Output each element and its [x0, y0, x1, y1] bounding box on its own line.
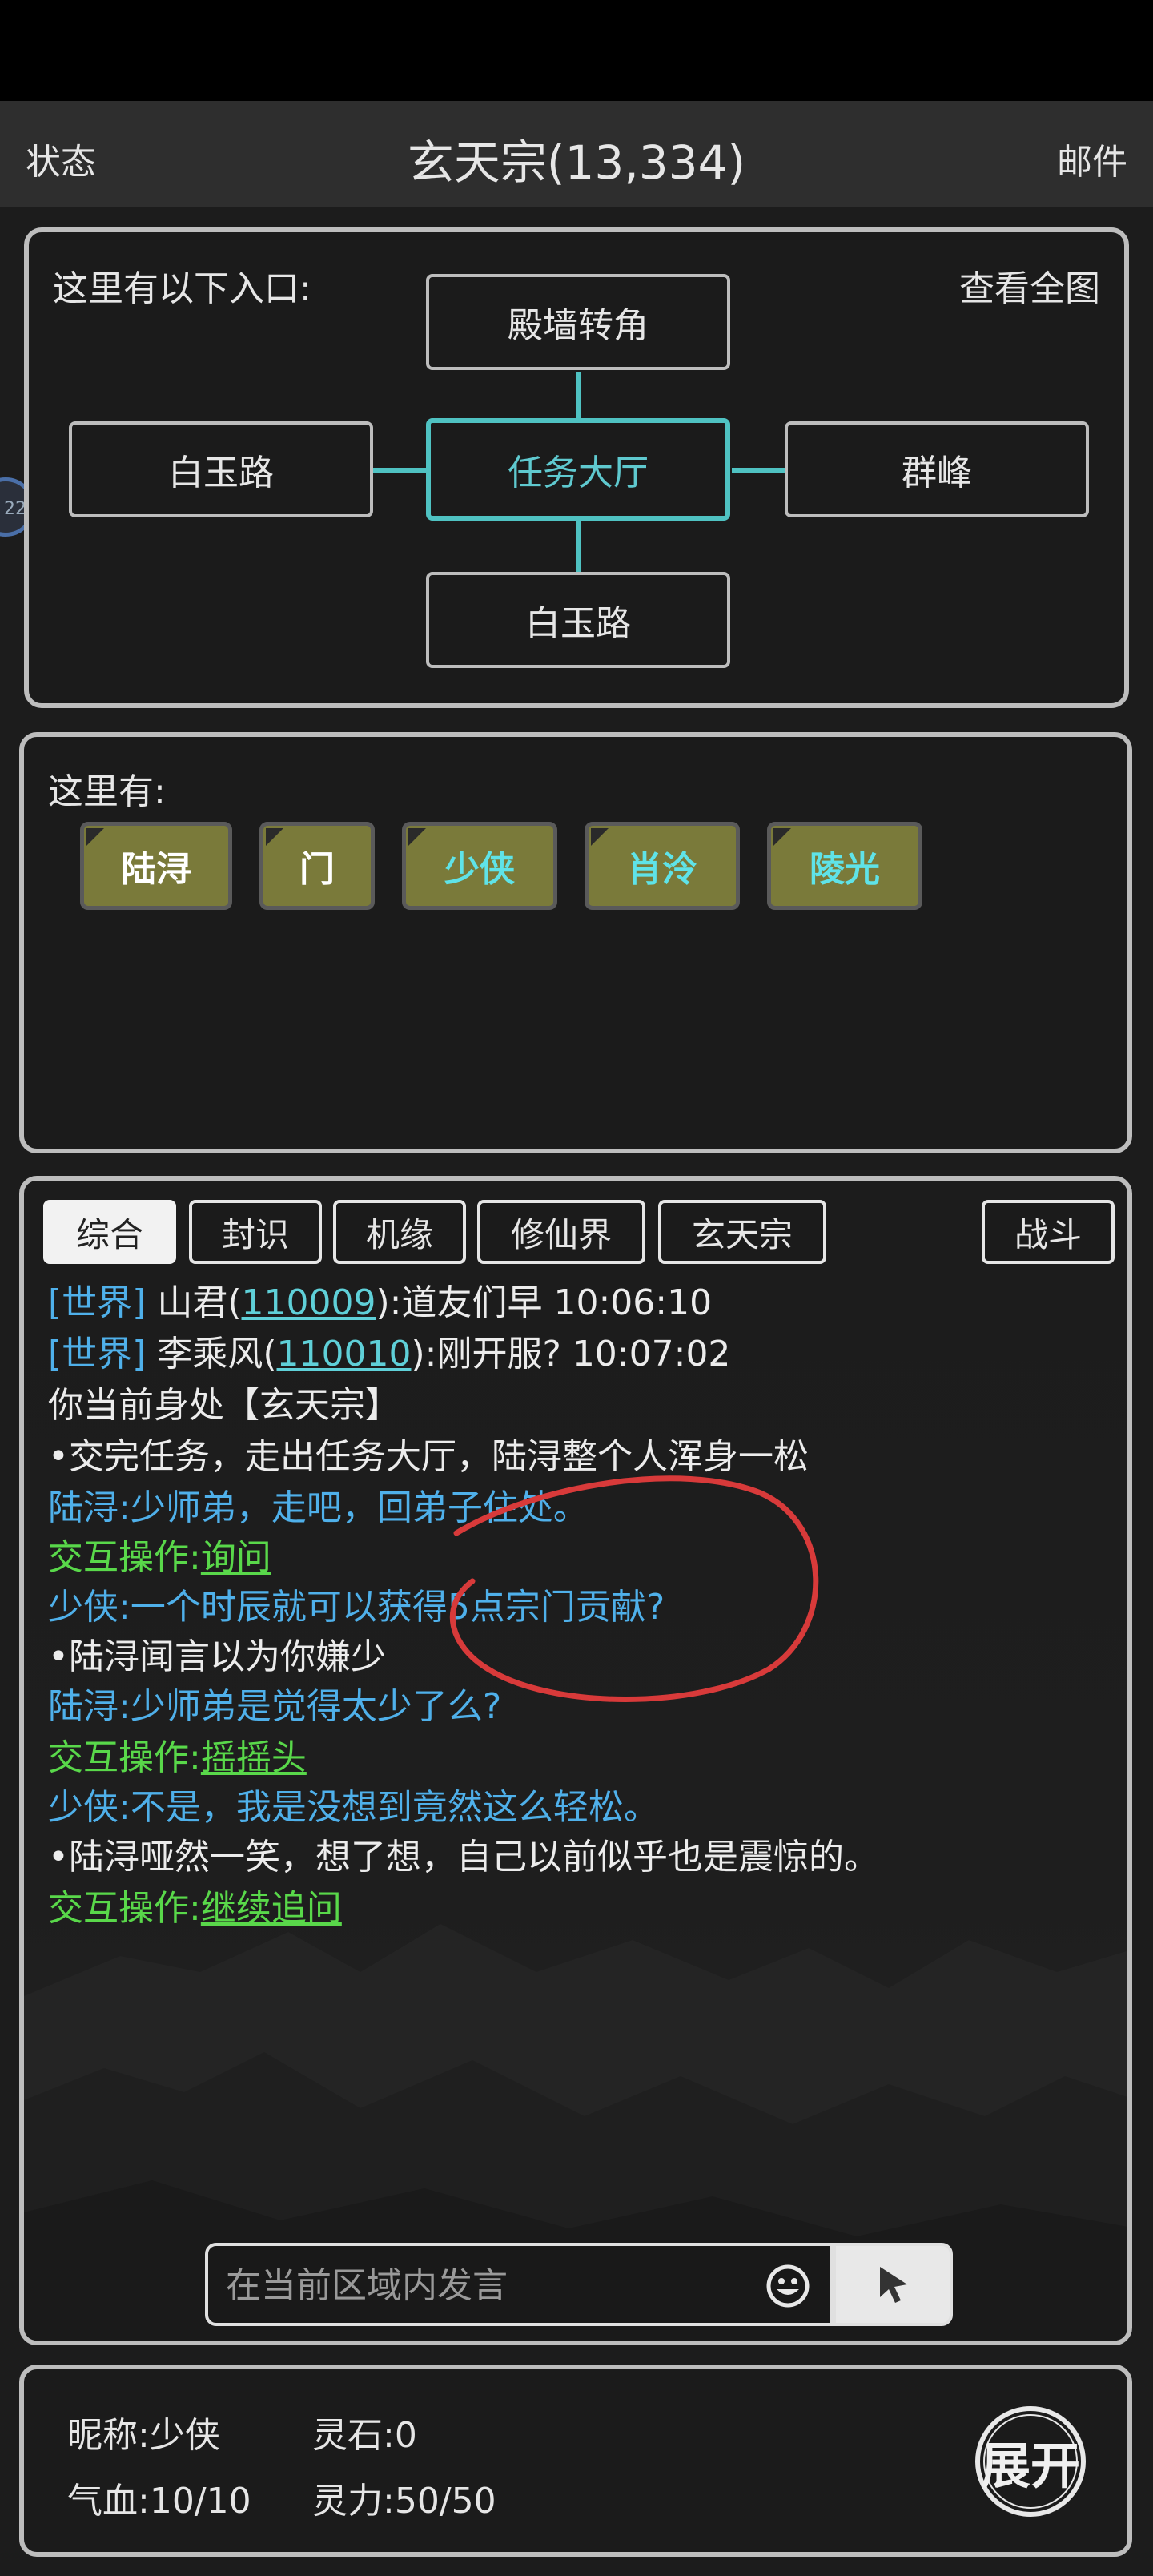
- npc-tag-label: 陆浔: [121, 849, 191, 890]
- chat-line: [世界] 山君(110009):道友们早 10:06:10: [48, 1274, 712, 1325]
- door-tag-label: 门: [299, 849, 335, 890]
- player-tag-shaoxia[interactable]: 少侠: [402, 822, 557, 910]
- floating-bubble-label: 22: [4, 499, 26, 519]
- player-tag-label: 少侠: [444, 849, 515, 890]
- action-link-shake-head[interactable]: 摇摇头: [201, 1737, 307, 1778]
- player-id-link[interactable]: 110009: [242, 1282, 376, 1323]
- map-node-current: 任务大厅: [426, 418, 730, 521]
- expand-button[interactable]: 展开: [954, 2401, 1107, 2522]
- map-node-south[interactable]: 白玉路: [426, 572, 730, 668]
- emoji-icon[interactable]: [765, 2264, 810, 2308]
- action-link-ask[interactable]: 询问: [201, 1537, 271, 1578]
- system-status-bar: [0, 0, 1153, 101]
- map-link-west: [373, 468, 429, 473]
- tab-battle[interactable]: 战斗: [982, 1200, 1115, 1264]
- player-hp: 气血:10/10: [67, 2481, 251, 2522]
- map-link-east: [732, 468, 788, 473]
- entities-label: 这里有:: [48, 771, 166, 812]
- map-link-north: [576, 372, 581, 423]
- world-prefix: [世界]: [48, 1282, 147, 1323]
- view-full-map-button[interactable]: 查看全图: [959, 260, 1100, 311]
- action-link-continue-ask[interactable]: 继续追问: [201, 1888, 342, 1929]
- chat-line: •陆浔哑然一笑，想了想，自己以前似乎也是震惊的。: [48, 1837, 879, 1878]
- chat-line: 你当前身处【玄天宗】: [48, 1385, 400, 1426]
- map-link-south: [576, 521, 581, 572]
- mail-button[interactable]: 邮件: [1057, 133, 1127, 184]
- send-button[interactable]: [833, 2243, 953, 2326]
- tab-sect[interactable]: 玄天宗: [658, 1200, 826, 1264]
- map-node-east[interactable]: 群峰: [785, 421, 1089, 517]
- map-entrances-label: 这里有以下入口:: [53, 268, 311, 309]
- page-title: 玄天宗(13,334): [407, 135, 746, 190]
- player-tag-lingguang[interactable]: 陵光: [767, 822, 922, 910]
- player-mp: 灵力:50/50: [312, 2481, 496, 2522]
- map-panel: 这里有以下入口: 查看全图 殿墙转角 白玉路 任务大厅 群峰 白玉路: [24, 227, 1129, 708]
- tab-xianjie[interactable]: 修仙界: [477, 1200, 645, 1264]
- chat-line: •交完任务，走出任务大厅，陆浔整个人浑身一松: [48, 1436, 809, 1477]
- chat-action-line: 交互操作:询问: [48, 1528, 271, 1580]
- chat-sender: 山君(: [157, 1282, 242, 1323]
- chat-line: [世界] 李乘风(110010):刚开服? 10:07:02: [48, 1325, 730, 1376]
- npc-tag-luxun[interactable]: 陆浔: [80, 822, 232, 910]
- action-label: 交互操作:: [48, 1537, 201, 1578]
- chat-line: 少侠:不是，我是没想到竟然这么轻松。: [48, 1787, 659, 1828]
- action-label: 交互操作:: [48, 1737, 201, 1778]
- chat-action-line: 交互操作:摇摇头: [48, 1729, 307, 1780]
- player-info-panel: 昵称:少侠 灵石:0 气血:10/10 灵力:50/50 展开: [19, 2365, 1132, 2557]
- title-bar: 状态 玄天宗(13,334) 邮件: [0, 101, 1153, 207]
- tab-jiyuan[interactable]: 机缘: [333, 1200, 466, 1264]
- player-tag-xiaoling[interactable]: 肖泠: [585, 822, 740, 910]
- expand-label: 展开: [980, 2437, 1080, 2495]
- chat-input-box: [205, 2243, 833, 2326]
- chat-message: ):刚开服? 10:07:02: [411, 1334, 731, 1375]
- map-node-north[interactable]: 殿墙转角: [426, 274, 730, 370]
- player-nickname: 昵称:少侠: [67, 2415, 220, 2456]
- cursor-icon: [880, 2267, 907, 2303]
- world-prefix: [世界]: [48, 1334, 147, 1375]
- entity-panel: 这里有: 陆浔 门 少侠 肖泠 陵光: [19, 732, 1132, 1153]
- door-tag[interactable]: 门: [259, 822, 375, 910]
- chat-sender: 李乘风(: [157, 1334, 277, 1375]
- chat-line: 陆浔:少师弟，走吧，回弟子住处。: [48, 1487, 589, 1528]
- player-spirit-stone: 灵石:0: [312, 2415, 417, 2456]
- action-label: 交互操作:: [48, 1888, 201, 1929]
- tab-fengshi[interactable]: 封识: [189, 1200, 322, 1264]
- player-tag-label: 肖泠: [627, 849, 697, 890]
- chat-line: •陆浔闻言以为你嫌少: [48, 1636, 386, 1677]
- player-id-link[interactable]: 110010: [277, 1334, 412, 1375]
- tab-general[interactable]: 综合: [43, 1200, 176, 1264]
- chat-input[interactable]: [224, 2260, 740, 2310]
- chat-line: 少侠:一个时辰就可以获得5点宗门贡献?: [48, 1587, 665, 1628]
- chat-action-line: 交互操作:继续追问: [48, 1879, 342, 1930]
- map-node-west[interactable]: 白玉路: [69, 421, 373, 517]
- chat-panel: 综合 封识 机缘 修仙界 玄天宗 战斗 [世界] 山君(110009):道友们早…: [19, 1176, 1132, 2345]
- player-tag-label: 陵光: [810, 849, 880, 890]
- chat-message: ):道友们早 10:06:10: [376, 1282, 713, 1323]
- chat-line: 陆浔:少师弟是觉得太少了么?: [48, 1686, 502, 1727]
